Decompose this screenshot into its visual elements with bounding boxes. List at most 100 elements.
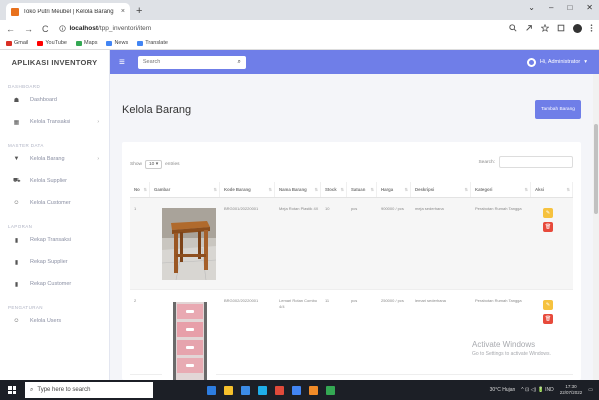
bookmark-youtube[interactable]: YouTube — [37, 40, 67, 46]
column-header-stock[interactable]: Stock ⇅ — [321, 182, 347, 197]
cell-image — [150, 290, 220, 380]
zoom-icon[interactable] — [509, 24, 517, 32]
sidebar-item-icon: ▼ — [13, 156, 20, 162]
browser-tab-bar: Toko Putri Meubel | Kelola Barang × + ⌄ … — [0, 0, 599, 20]
info-icon — [58, 25, 66, 32]
edit-button[interactable]: ✎ — [543, 208, 553, 218]
cell-actions: ✎ 🗑 — [531, 198, 573, 289]
taskbar-app-icon[interactable] — [207, 385, 216, 395]
taskbar-search-icon: ⌕ — [30, 386, 34, 393]
bookmark-maps[interactable]: Maps — [76, 40, 97, 46]
brand-title[interactable]: APLIKASI INVENTORY — [0, 50, 109, 74]
table-search-input[interactable] — [499, 156, 573, 168]
show-label: Show — [130, 162, 142, 167]
sidebar-heading: DASHBOARD — [8, 84, 41, 89]
sidebar-item-kelola-customer[interactable]: ☺ Kelola Customer — [0, 192, 109, 214]
taskbar-search[interactable]: ⌕ Type here to search — [25, 382, 153, 398]
sidebar-item-kelola-supplier[interactable]: ⛟ Kelola Supplier — [0, 170, 109, 192]
clock[interactable]: 17:30 22/07/2022 — [560, 384, 583, 396]
sidebar-item-kelola-transaksi[interactable]: ▦ Kelola Transaksi › — [0, 111, 109, 133]
column-header-kategori[interactable]: Kategori ⇅ — [471, 182, 531, 197]
entries-select[interactable]: 10 ▾ — [145, 160, 163, 169]
sidebar-item-rekap-supplier[interactable]: ▮ Rekap Supplier — [0, 251, 109, 273]
cell-stock: 10 — [325, 206, 330, 211]
table-search: Search: — [478, 156, 573, 168]
sidebar-item-dashboard[interactable]: ☗ Dashboard — [0, 89, 109, 111]
user-menu[interactable]: Hi, Administrator ▾ — [526, 57, 587, 67]
column-header-deskripsi[interactable]: Deskripsi ⇅ — [411, 182, 471, 197]
cell-price: 250000 / pcs — [381, 298, 404, 303]
kebab-menu-icon[interactable] — [590, 24, 593, 32]
reload-icon[interactable]: C — [42, 24, 49, 34]
edit-button[interactable]: ✎ — [543, 300, 553, 310]
weather-text[interactable]: 30°C Hujan — [490, 387, 516, 393]
star-icon[interactable] — [541, 24, 549, 32]
back-icon[interactable]: ← — [6, 24, 15, 34]
column-header-harga[interactable]: Harga ⇅ — [377, 182, 411, 197]
sidebar-item-rekap-transaksi[interactable]: ▮ Rekap Transaksi — [0, 229, 109, 251]
search-input[interactable] — [142, 59, 233, 65]
profile-avatar[interactable] — [573, 24, 582, 33]
bookmark-news[interactable]: News — [106, 40, 128, 46]
sidebar-item-rekap-customer[interactable]: ▮ Rekap Customer — [0, 273, 109, 295]
sidebar-item-kelola-barang[interactable]: ▼ Kelola Barang › — [0, 148, 109, 170]
sidebar-item-label: Kelola Transaksi — [30, 119, 71, 125]
scrollbar-thumb[interactable] — [594, 124, 598, 214]
url-field[interactable]: localhost/tpp_inventori/item — [58, 25, 151, 32]
activate-windows-watermark: Activate Windows Go to Settings to activ… — [472, 340, 551, 357]
tray-icons[interactable]: ^ ⊡ ◁) 🔋 IND — [521, 387, 553, 393]
forward-icon[interactable]: → — [24, 24, 33, 34]
cell-image — [150, 198, 220, 289]
new-tab-button[interactable]: + — [136, 5, 142, 17]
taskbar-app-icon[interactable] — [224, 385, 233, 395]
notification-icon[interactable]: ▭ — [588, 387, 593, 393]
sidebar-item-kelola-users[interactable]: ☺ Kelola Users — [0, 310, 109, 332]
user-name: Hi, Administrator — [539, 59, 581, 65]
taskbar-app-icon[interactable] — [309, 385, 318, 395]
taskbar-app-icon[interactable] — [292, 385, 301, 395]
minimize-icon[interactable]: – — [549, 3, 553, 12]
add-item-button[interactable]: Tambah Barang — [535, 100, 581, 119]
entries-length-control: Show 10 ▾ entries — [130, 160, 180, 169]
sidebar-item-icon: ☗ — [13, 97, 20, 104]
column-header-nama-barang[interactable]: Nama Barang ⇅ — [275, 182, 321, 197]
sidebar-item-icon: ▮ — [14, 259, 19, 266]
column-header-kode-barang[interactable]: Kode Barang ⇅ — [220, 182, 275, 197]
column-header-aksi[interactable]: Aksi ⇅ — [531, 182, 573, 197]
hamburger-menu-icon[interactable]: ≡ — [119, 57, 125, 68]
sidebar-item-label: Kelola Supplier — [30, 178, 67, 184]
sort-icon: ⇅ — [213, 187, 217, 192]
caret-down-icon: ▾ — [584, 59, 587, 65]
column-header-no[interactable]: No ⇅ — [130, 182, 150, 197]
page-scrollbar[interactable] — [593, 74, 599, 380]
delete-button[interactable]: 🗑 — [543, 222, 553, 232]
maximize-icon[interactable]: □ — [567, 3, 572, 12]
search-icon[interactable]: ⌕ — [237, 59, 240, 66]
search-box: ⌕ — [137, 55, 246, 69]
taskbar-app-icon[interactable] — [241, 385, 250, 395]
close-icon[interactable]: × — [121, 8, 125, 15]
tab-search-icon[interactable]: ⌄ — [528, 3, 535, 12]
taskbar-app-icon[interactable] — [326, 385, 335, 395]
cell-no: 1 — [134, 206, 137, 211]
column-header-satuan[interactable]: Satuan ⇅ — [347, 182, 377, 197]
taskbar-app-icon[interactable] — [275, 385, 284, 395]
sort-icon: ⇅ — [268, 187, 272, 192]
bookmark-gmail[interactable]: Gmail — [6, 40, 28, 46]
table-row: 2 BRG002/20220001 Lemari Rotan Combo 4/4… — [130, 290, 573, 380]
delete-button[interactable]: 🗑 — [543, 314, 553, 324]
extensions-icon[interactable] — [557, 24, 565, 32]
sidebar-item-label: Kelola Barang — [30, 156, 65, 162]
column-header-label: Stock — [325, 187, 337, 192]
sidebar-heading: MASTER DATA — [8, 143, 44, 148]
column-header-gambar[interactable]: Gambar ⇅ — [150, 182, 220, 197]
window-close-icon[interactable]: ✕ — [586, 3, 593, 12]
column-header-label: Kode Barang — [224, 187, 251, 192]
sidebar-heading: PENGATURAN — [8, 305, 43, 310]
browser-tab[interactable]: Toko Putri Meubel | Kelola Barang × — [6, 3, 130, 20]
taskbar-app-icon[interactable] — [258, 385, 267, 395]
bookmark-translate[interactable]: Translate — [137, 40, 168, 46]
translate-icon — [137, 40, 144, 46]
share-icon[interactable] — [525, 24, 533, 32]
windows-start-icon[interactable] — [8, 386, 16, 394]
